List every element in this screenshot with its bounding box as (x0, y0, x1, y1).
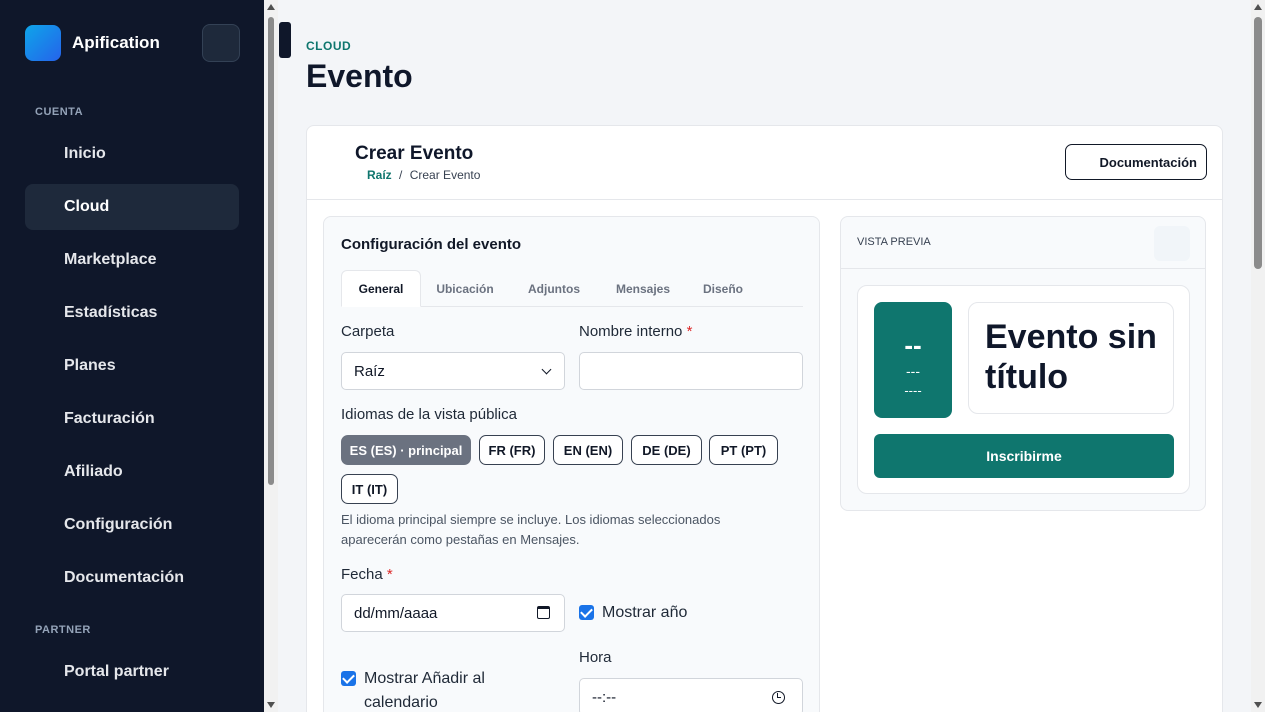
preview-label: VISTA PREVIA (857, 236, 931, 248)
event-config-panel: Configuración del evento General Ubicaci… (323, 216, 820, 712)
preview-panel: VISTA PREVIA -- --- ---- Evento sin títu… (840, 216, 1206, 511)
language-chip-pt[interactable]: PT (PT) (709, 435, 778, 465)
preview-event-title-line-2: título (985, 358, 1069, 396)
date-label-text: Fecha (341, 566, 383, 583)
date-label: Fecha * (341, 566, 393, 583)
language-chip-it[interactable]: IT (IT) (341, 474, 398, 504)
preview-toggle-button[interactable] (1154, 226, 1190, 261)
add-to-calendar-label[interactable]: Mostrar Añadir al calendario (364, 667, 485, 712)
sidebar-item-documentacion[interactable]: Documentación (25, 555, 239, 601)
scroll-down-arrow-icon[interactable] (1254, 702, 1262, 708)
scrollbar-thumb[interactable] (268, 17, 274, 485)
drawer-handle[interactable] (279, 22, 291, 58)
internal-name-label: Nombre interno * (579, 323, 692, 340)
page-category: CLOUD (306, 39, 352, 53)
internal-name-input[interactable] (579, 352, 803, 390)
config-title: Configuración del evento (341, 236, 522, 253)
breadcrumb-current: Crear Evento (409, 168, 481, 182)
preview-date-month: --- (906, 363, 920, 379)
app-name: Apification (72, 33, 160, 52)
language-chip-fr[interactable]: FR (FR) (479, 435, 545, 465)
sidebar-item-planes[interactable]: Planes (25, 343, 239, 389)
folder-label: Carpeta (341, 323, 395, 340)
tab-adjuntos[interactable]: Adjuntos (517, 270, 591, 307)
breadcrumb: Raíz / Crear Evento (367, 168, 480, 182)
required-asterisk: * (686, 323, 693, 340)
sidebar-item-portal-partner[interactable]: Portal partner (25, 649, 239, 695)
breadcrumb-root-link[interactable]: Raíz (367, 168, 392, 182)
sidebar-item-facturacion[interactable]: Facturación (25, 396, 239, 442)
sidebar-toggle-button[interactable] (202, 24, 240, 62)
preview-event-title-line-1: Evento sin (985, 318, 1157, 356)
scroll-down-arrow-icon[interactable] (267, 702, 275, 708)
calendar-icon[interactable] (537, 606, 550, 619)
language-chip-es[interactable]: ES (ES) · principal (341, 435, 471, 465)
folder-select-value: Raíz (354, 362, 385, 380)
preview-event-title: Evento sin título (968, 302, 1174, 414)
page-scrollbar[interactable] (1251, 0, 1265, 712)
app-logo (25, 25, 61, 61)
languages-help-text: El idioma principal siempre se incluye. … (341, 510, 781, 550)
date-input[interactable]: dd/mm/aaaa (341, 594, 565, 632)
clock-icon[interactable] (772, 691, 785, 704)
preview-date-badge: -- --- ---- (874, 302, 952, 418)
time-input-placeholder: --:-- (592, 688, 617, 706)
sidebar-item-estadisticas[interactable]: Estadísticas (25, 290, 239, 336)
preview-date-day: -- (904, 330, 922, 360)
preview-header: VISTA PREVIA (841, 217, 1205, 269)
scroll-up-arrow-icon[interactable] (267, 4, 275, 10)
show-year-label[interactable]: Mostrar año (602, 601, 687, 625)
preview-date-year: ---- (904, 383, 922, 398)
language-chip-en[interactable]: EN (EN) (553, 435, 623, 465)
page-title: Evento (306, 58, 413, 94)
documentation-button[interactable]: Documentación (1065, 144, 1207, 180)
card-header: Crear Evento Raíz / Crear Evento Documen… (307, 126, 1222, 200)
tab-mensajes[interactable]: Mensajes (603, 270, 683, 307)
internal-name-label-text: Nombre interno (579, 323, 683, 340)
add-to-calendar-label-line-1: Mostrar Añadir al (364, 670, 485, 687)
languages-label: Idiomas de la vista pública (341, 406, 517, 423)
card-title: Crear Evento (355, 143, 474, 164)
time-input[interactable]: --:-- (579, 678, 803, 712)
register-button[interactable]: Inscribirme (874, 434, 1174, 478)
preview-event-card: -- --- ---- Evento sin título Inscribirm… (857, 285, 1190, 494)
sidebar-scrollbar[interactable] (264, 0, 278, 712)
add-to-calendar-checkbox[interactable] (341, 671, 356, 686)
scrollbar-thumb[interactable] (1254, 17, 1262, 269)
brand[interactable]: Apification (25, 25, 160, 61)
sidebar-item-marketplace[interactable]: Marketplace (25, 237, 239, 283)
breadcrumb-separator: / (399, 168, 403, 182)
sidebar-item-configuracion[interactable]: Configuración (25, 502, 239, 548)
scroll-up-arrow-icon[interactable] (1254, 4, 1262, 10)
section-label-cuenta: CUENTA (35, 106, 84, 118)
config-tabs: General Ubicación Adjuntos Mensajes Dise… (341, 270, 803, 307)
required-asterisk: * (386, 566, 393, 583)
add-to-calendar-label-line-2: calendario (364, 694, 438, 711)
languages-help-line-2: aparecerán como pestañas en Mensajes. (341, 532, 580, 547)
sidebar-item-afiliado[interactable]: Afiliado (25, 449, 239, 495)
sidebar-item-cloud[interactable]: Cloud (25, 184, 239, 230)
time-label: Hora (579, 649, 612, 666)
languages-help-line-1: El idioma principal siempre se incluye. … (341, 512, 721, 527)
show-year-checkbox[interactable] (579, 605, 594, 620)
tab-ubicacion[interactable]: Ubicación (425, 270, 505, 307)
sidebar-item-inicio[interactable]: Inicio (25, 131, 239, 177)
chevron-down-icon (541, 364, 552, 375)
create-event-card: Crear Evento Raíz / Crear Evento Documen… (306, 125, 1223, 712)
language-chip-de[interactable]: DE (DE) (631, 435, 702, 465)
sidebar: Apification CUENTA Inicio Cloud Marketpl… (0, 0, 264, 712)
section-label-partner: PARTNER (35, 624, 91, 636)
tab-general[interactable]: General (341, 270, 421, 307)
folder-select[interactable]: Raíz (341, 352, 565, 390)
date-input-placeholder: dd/mm/aaaa (354, 604, 438, 622)
tab-diseno[interactable]: Diseño (691, 270, 755, 307)
